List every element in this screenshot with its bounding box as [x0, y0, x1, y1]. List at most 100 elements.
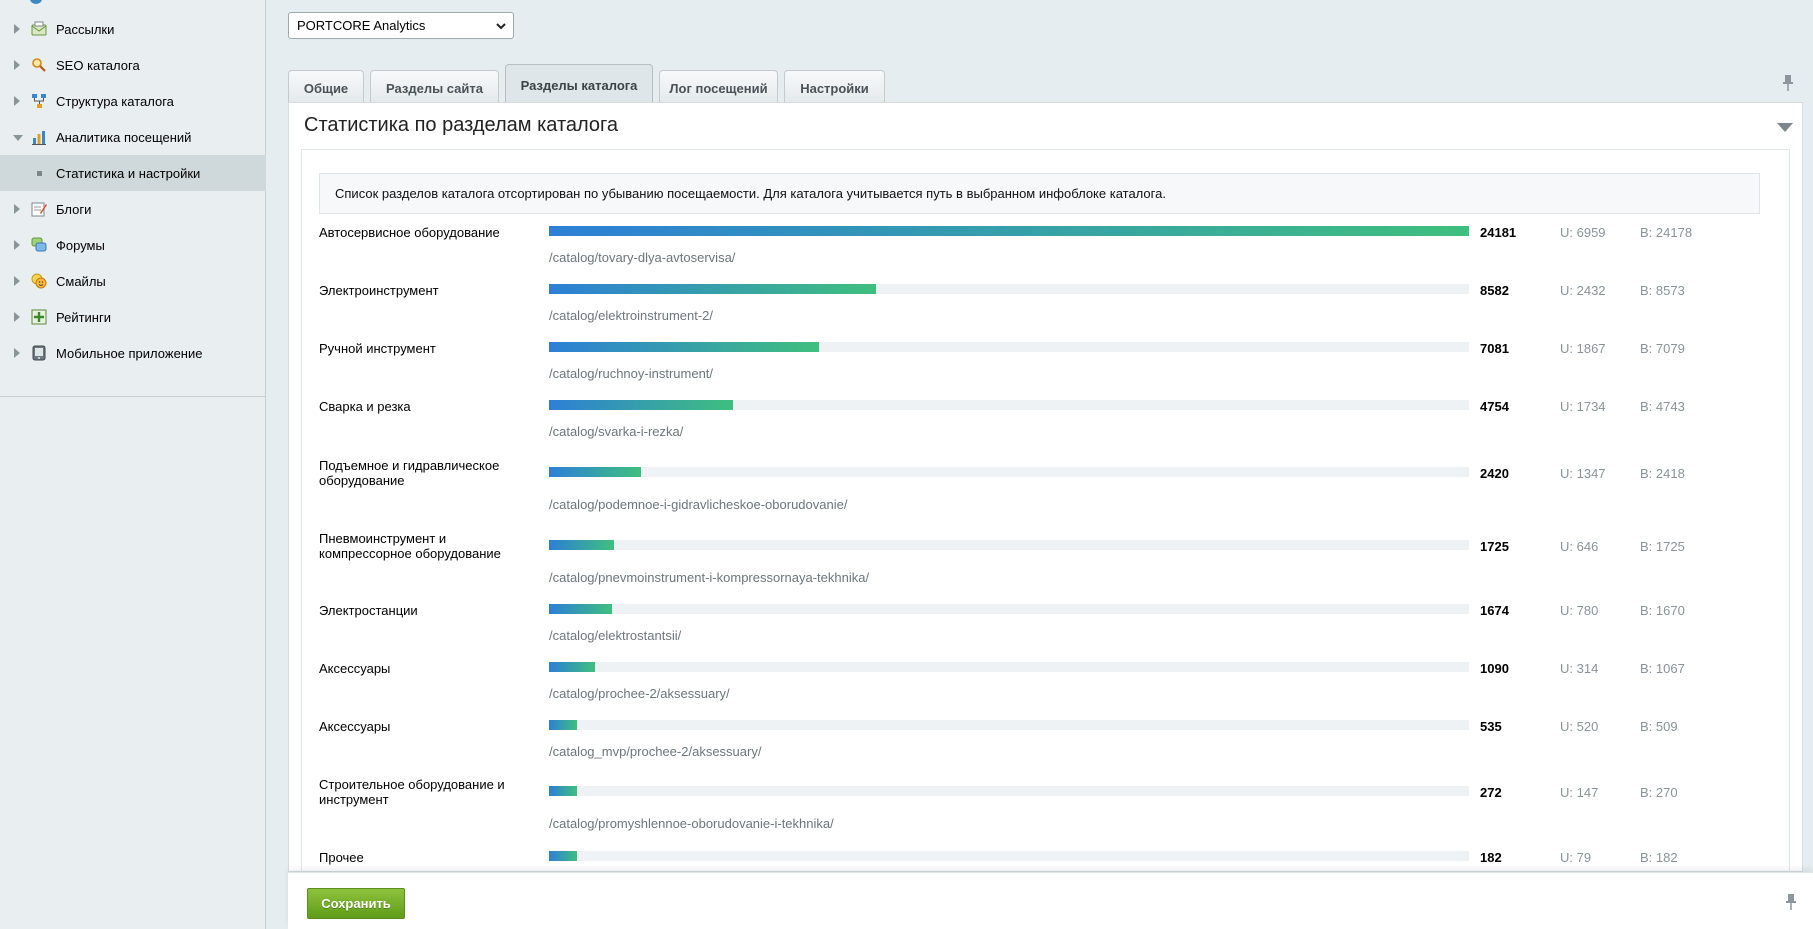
sidebar-item-label: Форумы [56, 238, 105, 253]
sidebar-item-seo-catalog[interactable]: SEO каталога [0, 47, 266, 83]
forum-icon [31, 237, 47, 253]
section-name: Аксессуары [319, 661, 391, 676]
site-select[interactable]: PORTCORE Analytics [288, 12, 514, 39]
section-name: Электростанции [319, 603, 418, 618]
sidebar-item-label: SEO каталога [56, 58, 140, 73]
section-total: 272 [1480, 785, 1502, 800]
sidebar-item-visit-analytics[interactable]: Аналитика посещений [0, 119, 266, 155]
section-total: 7081 [1480, 341, 1509, 356]
section-visits: B: 1067 [1640, 661, 1685, 676]
section-users: U: 1867 [1560, 341, 1606, 356]
smiley-icon [31, 273, 47, 289]
expand-arrow-icon[interactable] [14, 348, 20, 358]
visits-bar-fill [549, 604, 613, 614]
visits-bar-track [549, 604, 1469, 614]
section-name: Строительное оборудование и инструмент [319, 777, 505, 807]
section-total: 1090 [1480, 661, 1509, 676]
section-total: 24181 [1480, 225, 1517, 240]
site-select-value: PORTCORE Analytics [297, 18, 426, 33]
bullet-icon [37, 171, 42, 176]
collapse-arrow-icon[interactable] [13, 135, 23, 141]
section-row: Пневмоинструмент и компрессорное оборудо… [319, 531, 1779, 603]
section-name: Прочее [319, 850, 364, 865]
panel-body: Список разделов каталога отсортирован по… [301, 149, 1790, 873]
section-name: Ручной инструмент [319, 341, 436, 356]
visits-bar-track [549, 226, 1469, 236]
visits-bar-fill [549, 284, 876, 294]
blog-icon [31, 201, 47, 217]
expand-arrow-icon[interactable] [14, 24, 20, 34]
expand-arrow-icon[interactable] [14, 240, 20, 250]
section-name: Аксессуары [319, 719, 391, 734]
section-visits: B: 2418 [1640, 466, 1685, 481]
sidebar-menu: Рассылки SEO каталога Структура каталога… [0, 11, 266, 371]
section-visits: B: 509 [1640, 719, 1678, 734]
sidebar-item-label: Рассылки [56, 22, 115, 37]
panel-title: Статистика по разделам каталога [304, 114, 619, 136]
sidebar-item-label: Рейтинги [56, 310, 111, 325]
collapse-triangle-icon[interactable] [1776, 121, 1794, 133]
tab-general[interactable]: Общие [288, 70, 364, 102]
sidebar-item-label: Блоги [56, 202, 92, 217]
section-visits: B: 1725 [1640, 539, 1685, 554]
section-name: Автосервисное оборудование [319, 225, 500, 240]
section-path: /catalog/svarka-i-rezka/ [549, 424, 684, 439]
section-users: U: 780 [1560, 603, 1599, 618]
section-row: Ручной инструмент 7081 U: 1867 B: 7079/cata… [319, 341, 1779, 399]
visits-bar-fill [549, 786, 577, 796]
section-users: U: 2432 [1560, 283, 1606, 298]
visits-bar-fill [549, 851, 577, 861]
sidebar-item-mobile-app[interactable]: Мобильное приложение [0, 335, 266, 371]
visits-bar-fill [549, 662, 595, 672]
section-total: 8582 [1480, 283, 1509, 298]
partial-menu-icon [30, 0, 42, 4]
sidebar-item-ratings[interactable]: Рейтинги [0, 299, 266, 335]
sidebar-subitem-stats-settings[interactable]: Статистика и настройки [0, 155, 266, 191]
visits-bar-fill [549, 467, 641, 477]
section-path: /catalog_mvp/prochee-2/aksessuary/ [549, 744, 762, 759]
sidebar-item-mailings[interactable]: Рассылки [0, 11, 266, 47]
sidebar-item-smileys[interactable]: Смайлы [0, 263, 266, 299]
sidebar-item-label: Мобильное приложение [56, 346, 203, 361]
stats-panel: Статистика по разделам каталога Список р… [288, 102, 1803, 873]
save-button[interactable]: Сохранить [307, 888, 405, 919]
expand-arrow-icon[interactable] [14, 96, 20, 106]
tab-label: Лог посещений [669, 81, 768, 96]
expand-arrow-icon[interactable] [14, 204, 20, 214]
section-row: Аксессуары 1090 U: 314 B: 1067/catalog/proc… [319, 661, 1779, 719]
section-row: Аксессуары 535 U: 520 B: 509/catalog_mvp/pr… [319, 719, 1779, 777]
section-users: U: 1734 [1560, 399, 1606, 414]
section-path: /catalog/ruchnoy-instrument/ [549, 366, 714, 381]
sidebar-item-forums[interactable]: Форумы [0, 227, 266, 263]
tab-label: Настройки [800, 81, 869, 96]
section-users: U: 6959 [1560, 225, 1606, 240]
expand-arrow-icon[interactable] [14, 312, 20, 322]
tab-visit-log[interactable]: Лог посещений [659, 70, 778, 102]
section-path: /catalog/promyshlennoe-oborudovanie-i-te… [549, 816, 834, 831]
sidebar-item-label: Статистика и настройки [56, 166, 201, 181]
section-name: Подъемное и гидравлическое оборудование [319, 458, 500, 488]
sidebar-item-blogs[interactable]: Блоги [0, 191, 266, 227]
section-path: /catalog/elektroinstrument-2/ [549, 308, 714, 323]
section-total: 182 [1480, 850, 1502, 865]
sidebar-item-label: Смайлы [56, 274, 106, 289]
tab-settings[interactable]: Настройки [784, 70, 885, 102]
section-path: /catalog/tovary-dlya-avtoservisa/ [549, 250, 736, 265]
tab-catalog-sections[interactable]: Разделы каталога [505, 64, 653, 102]
tab-site-sections[interactable]: Разделы сайта [370, 70, 499, 102]
visits-bar-fill [549, 342, 819, 352]
section-row: Автосервисное оборудование 24181 U: 6959 B:… [319, 225, 1779, 283]
section-users: U: 520 [1560, 719, 1599, 734]
section-name: Пневмоинструмент и компрессорное оборудо… [319, 531, 501, 561]
sidebar-item-label: Структура каталога [56, 94, 174, 109]
analytics-chart-icon [31, 129, 47, 145]
expand-arrow-icon[interactable] [14, 60, 20, 70]
sidebar-item-catalog-structure[interactable]: Структура каталога [0, 83, 266, 119]
visits-bar-track [549, 540, 1469, 550]
pin-icon[interactable] [1781, 74, 1795, 92]
footer-pin-icon[interactable] [1784, 893, 1798, 911]
section-visits: B: 24178 [1640, 225, 1693, 240]
expand-arrow-icon[interactable] [14, 276, 20, 286]
section-row: Подъемное и гидравлическое оборудование 2… [319, 458, 1779, 530]
visits-bar-track [549, 851, 1469, 861]
